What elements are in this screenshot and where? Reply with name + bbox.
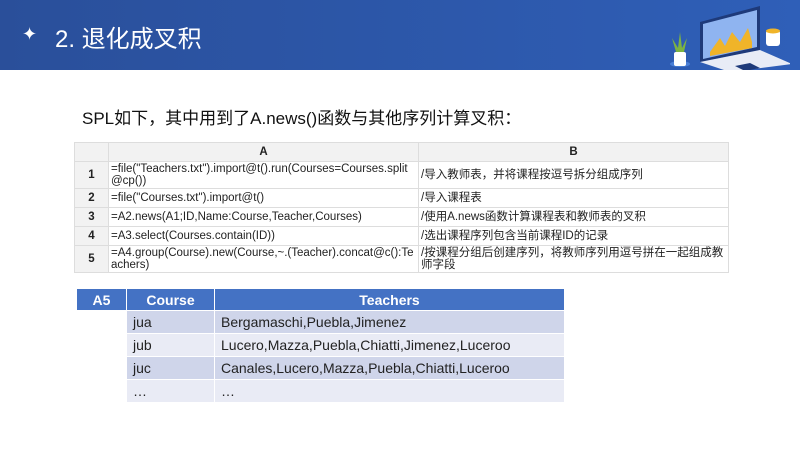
header-banner: ✦ 2. 退化成叉积 (0, 0, 800, 70)
cell-b[interactable]: /按课程分组后创建序列，将教师序列用逗号拼在一起组成教师字段 (418, 245, 729, 273)
teachers-cell: … (214, 379, 565, 403)
table-row: juc Canales,Lucero,Mazza,Puebla,Chiatti,L… (76, 356, 565, 380)
course-cell: juc (126, 356, 215, 380)
code-row: 2 =file("Courses.txt").import@t()/导入课程表 (74, 188, 729, 208)
cell-b[interactable]: /选出课程序列包含当前课程ID的记录 (418, 226, 729, 246)
code-row: 4 =A3.select(Courses.contain(ID))/选出课程序列包… (74, 226, 729, 246)
row-number: 5 (74, 245, 109, 273)
table-row: jua Bergamaschi,Puebla,Jimenez (76, 310, 565, 334)
column-b-header: B (418, 142, 729, 162)
teachers-cell: Bergamaschi,Puebla,Jimenez (214, 310, 565, 334)
row-number: 3 (74, 207, 109, 227)
cell-b[interactable]: /导入课程表 (418, 188, 729, 208)
course-cell: jua (126, 310, 215, 334)
result-header: A5 (76, 288, 127, 311)
cell-a[interactable]: =A3.select(Courses.contain(ID)) (108, 226, 419, 246)
table-row: …… (76, 379, 565, 403)
slide-title: 2. 退化成叉积 (55, 26, 202, 53)
teachers-cell: Canales,Lucero,Mazza,Puebla,Chiatti,Luce… (214, 356, 565, 380)
cell-a[interactable]: =A2.news(A1;ID,Name:Course,Teacher,Cours… (108, 207, 419, 227)
teachers-cell: Lucero,Mazza,Puebla,Chiatti,Jimenez,Luce… (214, 333, 565, 357)
laptop-illustration-icon (670, 6, 790, 70)
cell-a[interactable]: =file("Teachers.txt").import@t().run(Cou… (108, 161, 419, 189)
spl-code-grid: AB 1 =file("Teachers.txt").import@t().run… (74, 142, 729, 273)
result-table: A5 Course Teachers jua Bergamaschi,Puebla,J… (76, 288, 565, 403)
table-row: jub Lucero,Mazza,Puebla,Chiatti,Jimenez,L… (76, 333, 565, 357)
code-row: 5 =A4.group(Course).new(Course,~.(Teacher… (74, 245, 729, 273)
column-a-header: A (108, 142, 419, 162)
cell-b[interactable]: /导入教师表，并将课程按逗号拆分组成序列 (418, 161, 729, 189)
course-cell: jub (126, 333, 215, 357)
cell-a[interactable]: =A4.group(Course).new(Course,~.(Teacher)… (108, 245, 419, 273)
sparkle-icon: ✦ (22, 24, 38, 44)
cell-b[interactable]: /使用A.news函数计算课程表和教师表的叉积 (418, 207, 729, 227)
course-cell: … (126, 379, 215, 403)
code-row: 1 =file("Teachers.txt").import@t().run(Co… (74, 161, 729, 189)
intro-text: SPL如下，其中用到了A.news()函数与其他序列计算叉积： (82, 109, 522, 128)
row-number: 4 (74, 226, 109, 246)
row-number: 1 (74, 161, 109, 189)
result-header: Teachers (214, 288, 565, 311)
cell-a[interactable]: =file("Courses.txt").import@t() (108, 188, 419, 208)
row-number: 2 (74, 188, 109, 208)
code-row: 3 =A2.news(A1;ID,Name:Course,Teacher,Cour… (74, 207, 729, 227)
result-header: Course (126, 288, 215, 311)
